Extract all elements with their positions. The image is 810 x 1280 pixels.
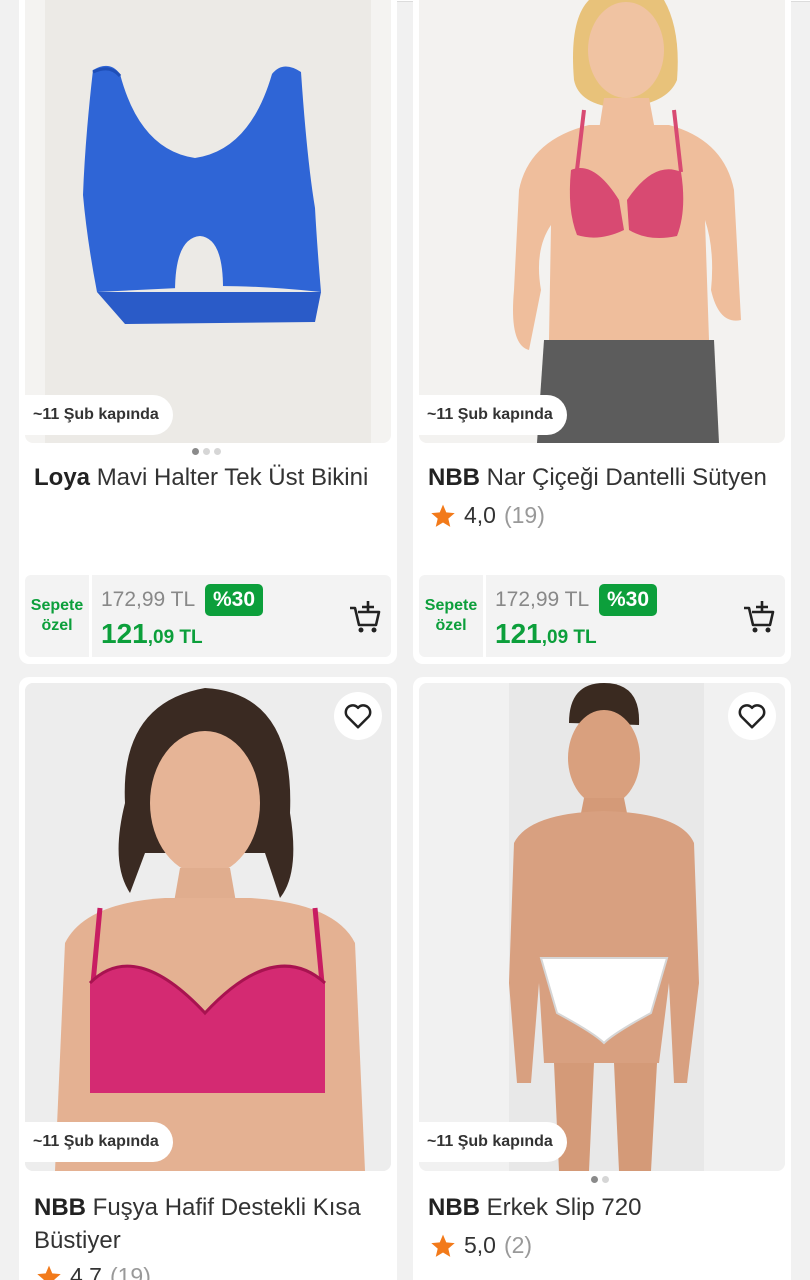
model-white-brief-image <box>419 683 785 1171</box>
new-price: 121,09 TL <box>495 619 597 653</box>
cart-plus-icon[interactable] <box>741 599 777 635</box>
price-box: Sepete özel 172,99 TL %30 121,09 TL <box>419 575 785 657</box>
pager-dot <box>214 448 221 455</box>
product-brand: NBB <box>34 1194 86 1221</box>
blue-bikini-top-image <box>45 0 371 443</box>
star-icon <box>37 1265 61 1280</box>
image-pager <box>192 448 221 455</box>
delivery-badge: ~11 Şub kapında <box>419 1122 567 1162</box>
rating-value: 4,7 <box>70 1263 102 1280</box>
product-brand: NBB <box>428 1194 480 1221</box>
product-image[interactable] <box>25 0 391 443</box>
product-image[interactable] <box>419 0 785 443</box>
product-title[interactable]: NBB Nar Çiçeği Dantelli Sütyen <box>428 461 781 494</box>
pager-dot <box>192 448 199 455</box>
model-fuchsia-bustier-image <box>25 683 391 1171</box>
price-main: 172,99 TL %30 121,09 TL <box>92 575 391 657</box>
old-price: 172,99 TL <box>101 588 196 611</box>
product-title[interactable]: NBB Fuşya Hafif Destekli Kısa Büstiyer <box>34 1191 387 1257</box>
rating-count: (2) <box>503 1232 533 1258</box>
cart-plus-icon[interactable] <box>347 599 383 635</box>
new-price-int: 121 <box>101 618 148 649</box>
product-name: Mavi Halter Tek Üst Bikini <box>96 464 369 491</box>
rating-row: 4,0 (19) <box>430 502 545 529</box>
favorite-button[interactable] <box>334 692 382 740</box>
product-image[interactable] <box>25 683 391 1171</box>
favorite-button[interactable] <box>728 692 776 740</box>
delivery-badge: ~11 Şub kapında <box>25 395 173 435</box>
product-card[interactable]: ~11 Şub kapında NBB Fuşya Hafif Destekli… <box>19 677 397 1280</box>
image-pager <box>591 1176 609 1183</box>
new-price-dec: ,09 TL <box>541 627 597 648</box>
product-name: Nar Çiçeği Dantelli Sütyen <box>486 464 767 491</box>
product-title[interactable]: Loya Mavi Halter Tek Üst Bikini <box>34 461 387 494</box>
rating-count: (19) <box>109 1263 151 1280</box>
product-card[interactable]: ~11 Şub kapında NBB Nar Çiçeği Dantelli … <box>413 0 791 664</box>
special-price-label: Sepete özel <box>419 575 483 657</box>
rating-value: 4,0 <box>464 502 496 528</box>
product-brand: NBB <box>428 464 480 491</box>
rating-value: 5,0 <box>464 1232 496 1258</box>
delivery-badge: ~11 Şub kapında <box>419 395 567 435</box>
heart-outline-icon <box>344 704 372 729</box>
product-name: Erkek Slip 720 <box>486 1194 642 1221</box>
star-icon <box>431 504 455 527</box>
delivery-badge: ~11 Şub kapında <box>25 1122 173 1162</box>
pager-dot <box>203 448 210 455</box>
new-price-dec: ,09 TL <box>147 627 203 648</box>
price-box: Sepete özel 172,99 TL %30 121,09 TL <box>25 575 391 657</box>
discount-badge: %30 <box>599 584 658 616</box>
product-card[interactable]: ~11 Şub kapında NBB Erkek Slip 720 5,0 (… <box>413 677 791 1280</box>
pager-dot <box>591 1176 598 1183</box>
special-price-label: Sepete özel <box>25 575 89 657</box>
rating-row: 4,7 (19) <box>36 1263 151 1280</box>
discount-badge: %30 <box>205 584 264 616</box>
product-brand: Loya <box>34 464 91 491</box>
heart-outline-icon <box>738 704 766 729</box>
rating-count: (19) <box>503 502 545 528</box>
new-price: 121,09 TL <box>101 619 203 653</box>
rating-row: 5,0 (2) <box>430 1232 532 1259</box>
star-icon <box>431 1234 455 1257</box>
product-title[interactable]: NBB Erkek Slip 720 <box>428 1191 781 1224</box>
product-card[interactable]: ~11 Şub kapında Loya Mavi Halter Tek Üst… <box>19 0 397 664</box>
new-price-int: 121 <box>495 618 542 649</box>
model-pink-bra-image <box>419 0 785 443</box>
product-image[interactable] <box>419 683 785 1171</box>
price-main: 172,99 TL %30 121,09 TL <box>486 575 785 657</box>
old-price: 172,99 TL <box>495 588 590 611</box>
pager-dot <box>602 1176 609 1183</box>
